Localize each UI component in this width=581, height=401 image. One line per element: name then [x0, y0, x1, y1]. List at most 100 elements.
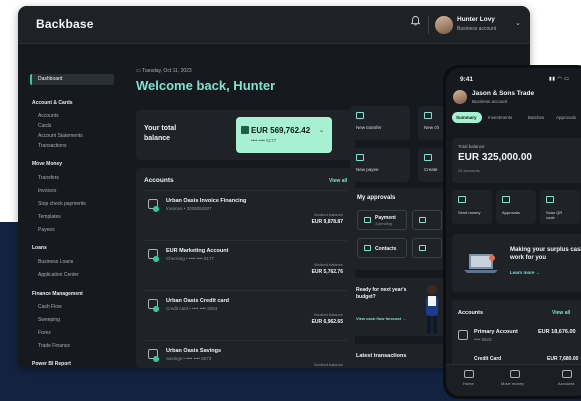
approvals-button[interactable]: Approvals: [496, 190, 536, 224]
sidebar-item-business-loans[interactable]: Business Loans: [38, 259, 73, 265]
accounts-icon[interactable]: [562, 370, 572, 378]
person-illustration: [426, 285, 438, 334]
sidebar-item-payees[interactable]: Payees: [38, 227, 55, 233]
latest-transactions-title: Latest transactions: [356, 353, 407, 359]
send-money-button[interactable]: Send money: [452, 190, 492, 224]
sidebar-item-templates[interactable]: Templates: [38, 214, 61, 220]
nav-home[interactable]: Home: [463, 381, 474, 386]
check-icon: [153, 306, 159, 312]
budget-title: Ready for next year's budget?: [356, 287, 407, 300]
sidebar-item-invoices[interactable]: Invoices: [38, 188, 56, 194]
quick-action-label: New ch: [424, 125, 440, 130]
sidebar-item-forex[interactable]: Forex: [38, 330, 51, 336]
balance-sub: 24 accounts: [458, 168, 480, 173]
move-money-icon[interactable]: [510, 370, 520, 378]
total-balance-label: Your total balance: [144, 125, 177, 142]
total-balance-selector[interactable]: EUR 569,762.42 •••• •••• 5177 ⌄: [236, 117, 332, 153]
top-bar: Backbase Hunter Lovy Business account ⌄: [18, 6, 530, 44]
view-all-link[interactable]: View all: [552, 310, 570, 316]
balance-label: Booked balance: [314, 362, 343, 367]
approval-button[interactable]: [412, 238, 442, 258]
payment-approvals-button[interactable]: Payment 3 pending: [357, 210, 407, 230]
balance-label: Booked balance: [314, 262, 343, 267]
approval-label: Contacts: [375, 246, 397, 252]
account-name[interactable]: Primary Account: [474, 329, 518, 335]
transfer-icon: [356, 112, 364, 119]
account-amount: EUR 18,676.00: [538, 329, 576, 335]
tab-batches[interactable]: Batches: [528, 115, 544, 120]
page-title: Welcome back, Hunter: [136, 78, 276, 93]
check-icon: [153, 256, 159, 262]
sidebar-item-stop-check[interactable]: Stop check payments: [38, 201, 86, 207]
tab-approvals[interactable]: Approvals: [556, 115, 576, 120]
account-name: EUR Marketing Account: [166, 248, 229, 254]
accounts-title: Accounts: [144, 177, 174, 184]
document-icon: [419, 217, 426, 223]
scan-qr-button[interactable]: Scan QR code: [540, 190, 580, 224]
card-icon: [241, 126, 249, 134]
sidebar: Dashboard Account & Cards Accounts Cards…: [18, 44, 126, 368]
phone-frame: 9:41 ▮▮ ◠ ▭ Jason & Sons Trade Business …: [443, 65, 581, 399]
sidebar-item-cash-flow[interactable]: Cash Flow: [38, 304, 62, 310]
account-sub: Savings • •••• •••• 8273: [166, 356, 212, 361]
view-all-link[interactable]: View all: [329, 178, 347, 184]
sidebar-item-accounts[interactable]: Accounts: [38, 113, 59, 119]
user-name: Hunter Lovy: [457, 16, 495, 23]
user-icon: [356, 154, 364, 161]
user-subtitle: Business account: [457, 26, 497, 32]
table-row[interactable]: Urban Oasis Credit card Credit card • ••…: [144, 290, 347, 333]
account-balance: EUR 6,962.65: [311, 319, 343, 325]
learn-more-link[interactable]: Learn more →: [510, 270, 540, 275]
approvals-title: My approvals: [357, 195, 396, 201]
sidebar-group-title: Finance Management: [32, 291, 83, 297]
nav-accounts[interactable]: Accounts: [558, 381, 574, 386]
balance-label: Total balance: [458, 144, 485, 149]
payment-icon: [364, 217, 371, 223]
check-icon: [153, 206, 159, 212]
chevron-down-icon[interactable]: ⌄: [319, 127, 324, 134]
quick-action-label: New transfer: [356, 125, 382, 130]
sidebar-item-trade-finance[interactable]: Trade Finance: [38, 343, 70, 349]
budget-card: Ready for next year's budget? View cash …: [350, 278, 445, 336]
tab-investments[interactable]: Investments: [488, 115, 512, 120]
quick-action-label: Create: [424, 167, 438, 172]
accounts-card: Accounts View all Urban Oasis Invoice Fi…: [136, 168, 355, 368]
tab-summary[interactable]: Summary: [452, 112, 482, 123]
total-balance-card[interactable]: Total balance EUR 325,000.00 24 accounts: [452, 138, 581, 183]
sidebar-item-dashboard[interactable]: Dashboard: [30, 74, 114, 85]
sidebar-group-title[interactable]: Power BI Report: [32, 361, 71, 367]
home-icon[interactable]: [464, 370, 474, 378]
quick-action-label: New payee: [356, 167, 379, 172]
account-sub: Checking • •••• •••• 5177: [166, 256, 214, 261]
account-name[interactable]: Credit Card: [474, 356, 501, 362]
company-name: Jason & Sons Trade: [472, 90, 535, 97]
sidebar-item-cards[interactable]: Cards: [38, 123, 51, 129]
approval-button[interactable]: [412, 210, 442, 230]
account-name: Urban Oasis Invoice Financing: [166, 198, 247, 204]
avatar[interactable]: [435, 16, 453, 34]
quick-action-label: Approvals: [502, 210, 520, 215]
nav-move-money[interactable]: Move money: [501, 381, 524, 386]
table-row[interactable]: Urban Oasis Invoice Financing Invoices •…: [144, 190, 347, 233]
sidebar-item-sweeping[interactable]: Sweeping: [38, 317, 60, 323]
table-row[interactable]: EUR Marketing Account Checking • •••• ••…: [144, 240, 347, 283]
sidebar-item-transactions[interactable]: Transactions: [38, 143, 66, 149]
account-name: Urban Oasis Credit card: [166, 298, 229, 304]
phone-screen: 9:41 ▮▮ ◠ ▭ Jason & Sons Trade Business …: [446, 68, 581, 396]
avatar[interactable]: [453, 90, 467, 104]
sidebar-item-application-center[interactable]: Application Center: [38, 272, 79, 278]
document-icon: [419, 245, 426, 251]
table-row[interactable]: Urban Oasis Savings Savings • •••• •••• …: [144, 340, 347, 368]
promo-title: Making your surplus cash work for you: [510, 247, 581, 261]
contacts-approvals-button[interactable]: Contacts: [357, 238, 407, 258]
sidebar-group-title: Loans: [32, 245, 47, 251]
sidebar-item-transfers[interactable]: Transfers: [38, 175, 59, 181]
chevron-down-icon[interactable]: ⌄: [515, 19, 521, 27]
sidebar-item-account-statements[interactable]: Account Statements: [38, 133, 83, 139]
bell-icon[interactable]: [407, 16, 423, 32]
new-transfer-button[interactable]: New transfer: [350, 106, 410, 140]
divider: [428, 16, 429, 34]
plus-icon: [424, 154, 432, 161]
new-payee-button[interactable]: New payee: [350, 148, 410, 182]
cash-flow-link[interactable]: View cash flow forecast →: [356, 316, 406, 321]
